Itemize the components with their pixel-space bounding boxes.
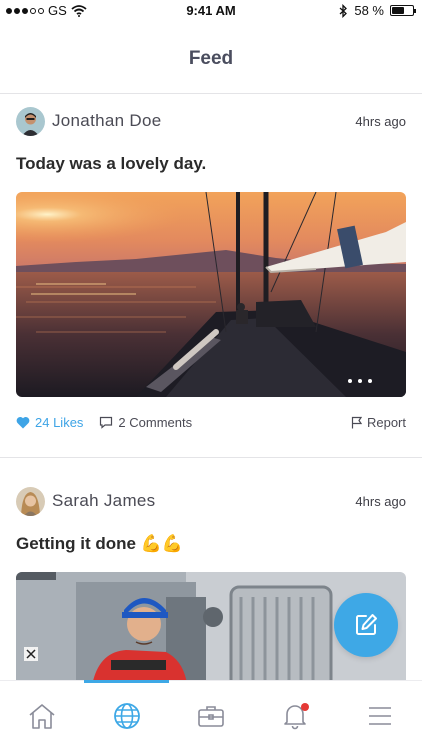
- tab-jobs[interactable]: [169, 681, 253, 750]
- report-label: Report: [366, 414, 406, 430]
- report-button[interactable]: Report: [351, 415, 406, 430]
- tab-home[interactable]: [0, 681, 84, 750]
- avatar[interactable]: [16, 106, 45, 136]
- home-icon: [29, 703, 55, 729]
- briefcase-icon: [198, 705, 224, 727]
- menu-icon: [368, 706, 391, 725]
- carousel-dots[interactable]: [348, 379, 372, 383]
- author-name[interactable]: Jonathan Doe: [52, 111, 161, 131]
- tab-menu[interactable]: [338, 681, 422, 750]
- page-title: Feed: [188, 48, 234, 69]
- post-time: 4hrs ago: [355, 493, 406, 509]
- edit-icon: [356, 614, 377, 635]
- author-name[interactable]: Sarah James: [52, 491, 155, 511]
- heart-icon: [16, 416, 30, 428]
- flag-icon: [351, 416, 362, 428]
- bluetooth-icon: [339, 3, 348, 18]
- feed-post: Jonathan Doe 4hrs ago Today was a lovely…: [0, 94, 422, 458]
- likes-count: 24 Likes: [35, 414, 84, 430]
- battery-percent: 58 %: [354, 3, 384, 18]
- post-actions: 24 Likes 2 Comments Report: [16, 412, 406, 432]
- post-header: Sarah James 4hrs ago: [16, 486, 406, 516]
- post-time: 4hrs ago: [355, 113, 406, 129]
- compose-button[interactable]: [334, 593, 398, 657]
- avatar[interactable]: [16, 486, 45, 516]
- battery-icon: [390, 5, 416, 16]
- like-button[interactable]: 24 Likes: [16, 415, 83, 430]
- battery-info: 58 %: [339, 3, 416, 18]
- battery-fill: [392, 7, 404, 14]
- globe-icon: [113, 702, 140, 729]
- notification-badge: [301, 703, 310, 711]
- tab-feed[interactable]: [84, 680, 170, 750]
- status-bar: GS 9:41 AM 58 %: [0, 0, 422, 22]
- comment-icon: [100, 416, 113, 429]
- post-text: Today was a lovely day.: [16, 154, 207, 173]
- navigation-bar: Feed: [0, 22, 422, 94]
- comments-count: 2 Comments: [118, 414, 193, 430]
- post-header: Jonathan Doe 4hrs ago: [16, 106, 406, 136]
- tab-notifications[interactable]: [253, 681, 337, 750]
- tab-bar: [0, 680, 422, 750]
- post-image[interactable]: [16, 192, 406, 397]
- comments-button[interactable]: 2 Comments: [99, 415, 192, 430]
- post-text: Getting it done 💪💪: [16, 534, 183, 553]
